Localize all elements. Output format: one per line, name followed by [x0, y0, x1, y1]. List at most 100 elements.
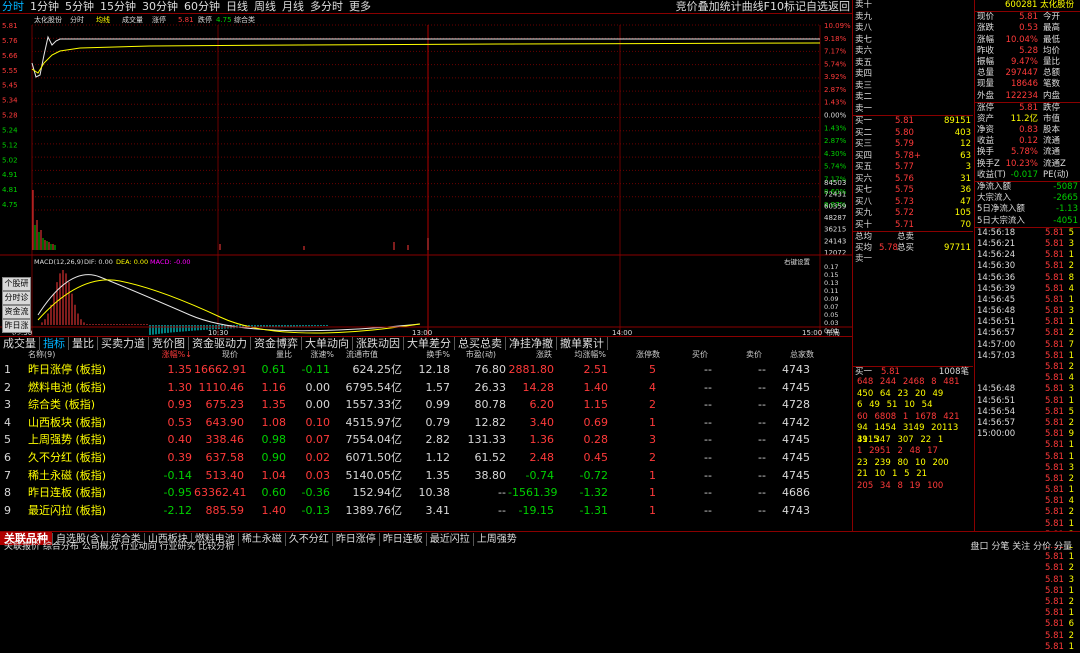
side-shortcut-button[interactable]: 分时诊断: [2, 291, 31, 314]
table-row[interactable]: 2 燃料电池 (板指) 1.30 1110.46 1.16 0.00 6795.54亿 1.5…: [0, 379, 852, 397]
table-cell-chg: 1.35: [167, 363, 193, 376]
table-cell-cap: 5140.05亿: [345, 468, 403, 482]
tick-price: 5.81: [1045, 518, 1064, 529]
side-shortcut-button[interactable]: 资金流向: [2, 305, 31, 328]
table-cell-turn: 3.41: [425, 503, 451, 517]
detail-tabs[interactable]: 盘口 分笔 关注 分价 分量: [971, 543, 1072, 552]
info-label: 流通Z: [1043, 158, 1066, 169]
table-column-header[interactable]: 涨跌: [508, 349, 552, 361]
related-tab[interactable]: 昨日涨停: [331, 533, 379, 546]
table-cell-bid: --: [704, 398, 712, 412]
table-row[interactable]: 8 昨日连板 (板指) -0.95 63362.41 0.60 -0.36 152.94亿 1…: [0, 484, 852, 502]
order-volume: 12: [960, 139, 971, 149]
table-column-header[interactable]: 市盈(动): [452, 349, 496, 361]
table-header: 名称(9) 涨幅%↓ 现价 量比 涨速% 流通市值 换手% 市盈(动) 涨跌 均涨幅% 涨停数 买价卖…: [0, 349, 852, 361]
table-column-header[interactable]: 卖价: [718, 349, 762, 361]
table-cell-price: 16662.91: [194, 363, 247, 376]
tick-time: 14:56:30: [977, 261, 1016, 272]
related-tab[interactable]: 昨日连板: [378, 533, 426, 546]
tick-volume: 2: [1068, 507, 1074, 518]
related-tab[interactable]: 久不分红: [284, 533, 332, 546]
timeframe-tab[interactable]: 30分钟: [140, 0, 182, 14]
tick-volume: 8: [1068, 272, 1074, 283]
timeframe-tab[interactable]: 多分时: [308, 0, 347, 14]
table-cell-name: 山西板块 (板指): [28, 415, 107, 429]
order-price: 5.73: [895, 196, 914, 207]
table-row[interactable]: 6 久不分红 (板指) 0.39 637.58 0.90 0.02 6071.50亿 1.12…: [0, 449, 852, 467]
table-column-header[interactable]: 涨速%: [290, 349, 334, 361]
related-tab[interactable]: 最近闪拉: [425, 533, 473, 546]
order-price: 5.76: [895, 173, 914, 184]
tick-time: 14:56:36: [977, 272, 1016, 283]
table-column-header[interactable]: 均涨幅%: [562, 349, 606, 361]
table-cell-cap: 7554.04亿: [345, 433, 403, 447]
tick-price: 5.81: [1045, 451, 1064, 462]
timeframe-tab[interactable]: 分时: [0, 0, 28, 14]
tick-time: 14:56:57: [977, 417, 1016, 428]
related-tab[interactable]: 上周强势: [472, 533, 520, 546]
timeframe-tab[interactable]: 日线: [224, 0, 252, 14]
tick-price: 5.81: [1045, 429, 1064, 440]
tick-row: 5.81 2: [975, 563, 1080, 574]
table-row[interactable]: 9 最近闪拉 (板指) -2.12 885.59 1.40 -0.13 1389.76亿 3.…: [0, 502, 852, 520]
flow-label: 净流入额: [977, 182, 1012, 192]
timeframe-tab[interactable]: 月线: [280, 0, 308, 14]
pct-tick-label: 9.18%: [824, 35, 847, 43]
table-column-header[interactable]: 现价: [194, 349, 238, 361]
tick-volume: 3: [1068, 462, 1074, 473]
pct-tick-label: 7.17%: [824, 48, 847, 56]
table-column-header[interactable]: 涨幅%↓: [148, 349, 192, 361]
macd-dea: DEA: 0.00: [116, 258, 148, 266]
table-cell-avg: 0.45: [583, 450, 609, 464]
table-cell-price: 338.46: [205, 433, 245, 447]
tick-volume: 2: [1068, 417, 1074, 428]
tick-price: 5.81: [1045, 283, 1064, 294]
timeframe-tab[interactable]: 5分钟: [63, 0, 98, 14]
info-label: 均价: [1043, 45, 1061, 56]
macd-settings[interactable]: 右键设置: [784, 257, 811, 266]
table-row[interactable]: 5 上周强势 (板指) 0.40 338.46 0.98 0.07 7554.04亿 2.82…: [0, 431, 852, 449]
timeframe-tab[interactable]: 60分钟: [182, 0, 224, 14]
summary-volume: 97711: [943, 242, 971, 253]
side-shortcut-button[interactable]: 个股研报: [2, 277, 31, 300]
table-cell-price: 885.59: [205, 503, 245, 517]
table-cell-avg: 0.69: [583, 415, 609, 429]
table-cell-bid: --: [704, 450, 712, 464]
order-book-row: 卖七: [853, 35, 973, 47]
timeframe-tab[interactable]: 15分钟: [98, 0, 140, 14]
queue-values: 21 10 1 5 21: [857, 469, 928, 479]
table-row[interactable]: 7 稀土永磁 (板指) -0.14 513.40 1.04 0.03 5140.05亿 1.3…: [0, 467, 852, 485]
toolbar-actions[interactable]: 竞价叠加统计曲线F10标记自选返回: [676, 0, 850, 14]
table-column-header[interactable]: 涨停数: [616, 349, 660, 361]
table-column-header[interactable]: 量比: [248, 349, 292, 361]
quote-info-row: 涨幅 10.04% 最低: [975, 35, 1080, 46]
table-cell-name: 昨日涨停 (板指): [28, 363, 107, 376]
chart-canvas[interactable]: 太化股份 分时 均线 成交量 涨停 5.81 跌停 4.75 综合类5.815.765.665.…: [0, 15, 852, 337]
timeframe-tab[interactable]: 1分钟: [28, 0, 63, 14]
queue-values: 6 49 51 10 54: [857, 400, 933, 410]
table-column-header[interactable]: 买价: [664, 349, 708, 361]
table-row[interactable]: 3 综合类 (板指) 0.93 675.23 1.35 0.00 1557.33亿 0.99 8…: [0, 396, 852, 414]
info-label: 流通: [1043, 147, 1061, 158]
table-column-header[interactable]: 总家数: [770, 349, 814, 361]
table-column-header[interactable]: 名称(9): [28, 349, 88, 361]
price-tick-label: 4.91: [2, 171, 18, 179]
side-shortcut-button[interactable]: 昨日涨停: [2, 319, 31, 342]
table-column-header[interactable]: 流通市值: [334, 349, 378, 361]
tick-time: 14:56:45: [977, 294, 1016, 305]
info-value: 10.04%: [1005, 34, 1038, 45]
price-tick-label: 5.45: [2, 82, 18, 90]
volume-tick-label: 72431: [824, 191, 846, 199]
table-column-header[interactable]: 换手%: [406, 349, 450, 361]
timeframe-tab[interactable]: 更多: [347, 0, 375, 14]
order-level: 卖十: [855, 0, 873, 10]
tick-row: 14:57:03 5.81 1: [975, 351, 1080, 362]
table-row[interactable]: 1 昨日涨停 (板指) 1.35 16662.91 0.61 -0.11 624.25亿 12…: [0, 361, 852, 379]
table-cell-total: 4743: [782, 503, 810, 517]
related-sub-links[interactable]: 关联报价 综合分布 公司概况 行业动向 行业研究 比较分析: [4, 543, 234, 552]
table-row[interactable]: 4 山西板块 (板指) 0.53 643.90 1.08 0.10 4515.97亿 0.79…: [0, 414, 852, 432]
tick-volume: 2: [1068, 596, 1074, 607]
related-tab[interactable]: 稀土永磁: [237, 533, 285, 546]
timeframe-tab[interactable]: 周线: [252, 0, 280, 14]
intraday-chart[interactable]: 太化股份 分时 均线 成交量 涨停 5.81 跌停 4.75 综合类 5.81 5.76 5.66 5.…: [0, 15, 852, 342]
